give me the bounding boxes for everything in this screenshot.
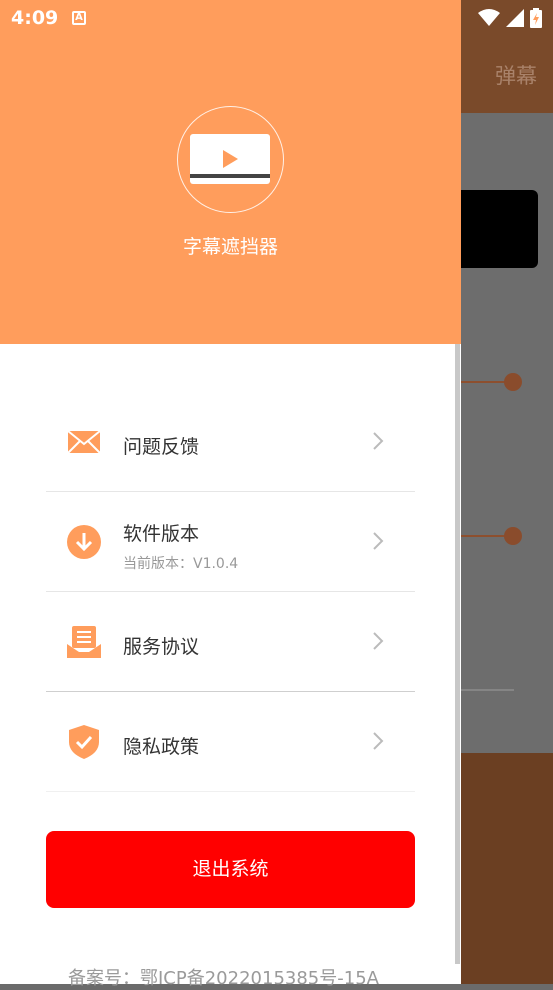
menu-item-agreement[interactable]: 服务协议	[46, 592, 415, 692]
menu-item-label: 服务协议	[123, 636, 200, 658]
background-slider-knob	[504, 527, 522, 545]
icp-record-text: 备案号：鄂ICP备2022015385号-15A	[68, 968, 379, 989]
menu-item-feedback[interactable]: 问题反馈	[46, 392, 415, 492]
chevron-right-icon	[373, 632, 384, 650]
signal-icon	[506, 9, 524, 27]
menu-item-privacy[interactable]: 隐私政策	[46, 692, 415, 792]
wifi-icon	[478, 9, 500, 26]
status-bar: 4:09 A	[0, 0, 553, 37]
app-logo-icon	[190, 134, 270, 184]
app-name: 字幕遮挡器	[182, 236, 278, 258]
background-title: 弹幕	[495, 64, 537, 88]
chevron-right-icon	[373, 532, 384, 550]
menu-item-version[interactable]: 软件版本 当前版本：V1.0.4	[46, 492, 415, 592]
shield-icon	[69, 725, 99, 759]
navigation-drawer: 字幕遮挡器 问题反馈 软件版本 当前版本：V1.0.4 服务协议 隐私政策 退出…	[0, 0, 461, 989]
status-time: 4:09	[11, 7, 59, 29]
download-icon	[67, 525, 101, 559]
version-text: 当前版本：V1.0.4	[123, 556, 239, 572]
logout-button[interactable]: 退出系统	[46, 831, 415, 908]
chevron-right-icon	[373, 732, 384, 750]
notification-icon: A	[72, 11, 86, 25]
drawer-scrollbar[interactable]	[455, 344, 460, 964]
drawer-header: 字幕遮挡器	[0, 0, 461, 344]
battery-icon	[530, 8, 542, 28]
menu-item-label: 问题反馈	[123, 436, 200, 458]
agreement-icon	[67, 626, 101, 658]
background-slider-knob	[504, 373, 522, 391]
menu-item-label: 隐私政策	[123, 736, 200, 758]
status-icons	[478, 7, 542, 29]
menu-item-label: 软件版本	[123, 523, 200, 545]
mail-icon	[67, 430, 101, 454]
divider	[46, 791, 415, 792]
chevron-right-icon	[373, 432, 384, 450]
